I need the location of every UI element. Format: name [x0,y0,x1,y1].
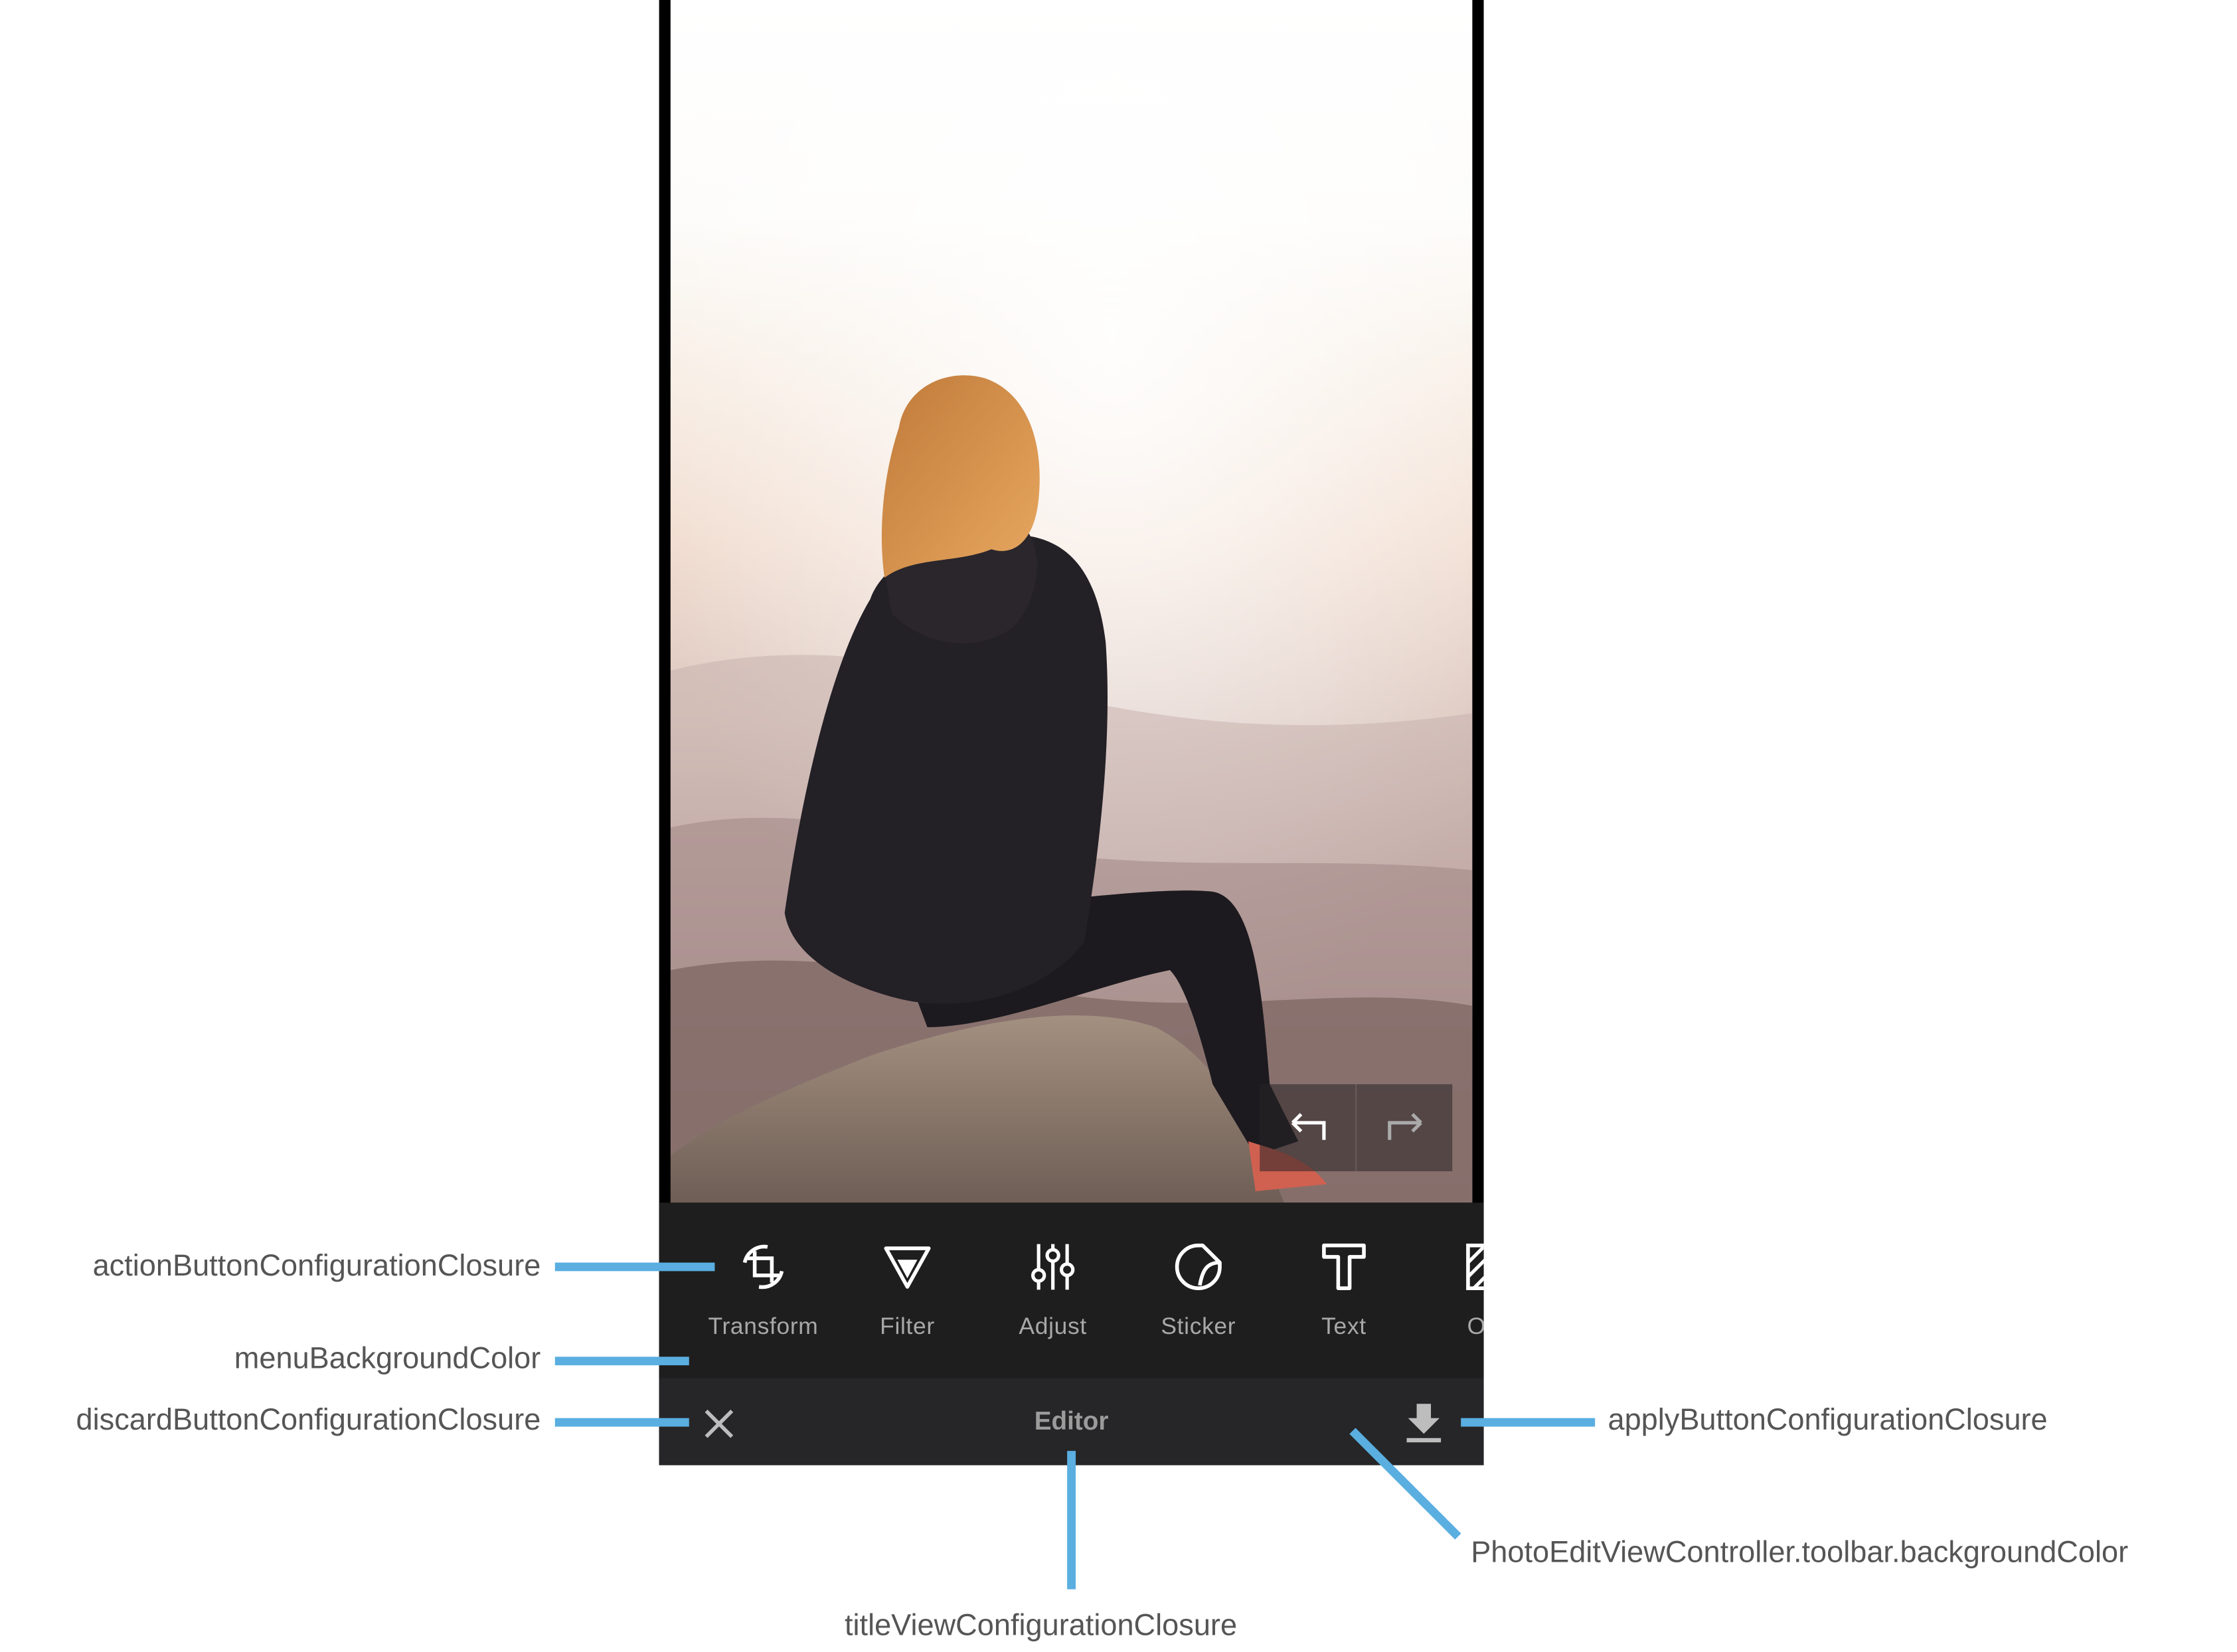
callout-line-title [1067,1451,1076,1590]
callout-title-view: titleViewConfigurationClosure [844,1609,1238,1643]
menu-item-adjust[interactable]: Adjust [981,1202,1124,1378]
photo-scene [670,0,1473,1203]
callout-discard-button: discardButtonConfigurationClosure [76,1404,541,1437]
transform-crop-icon [742,1244,784,1289]
callout-line-action [554,1262,715,1272]
menu-item-label: Transform [708,1313,819,1340]
callout-line-discard [554,1418,689,1427]
annotated-screenshot: Transform Filter Adjust Sticker Text Edi… [0,0,2237,1652]
sticker-icon [1175,1243,1222,1290]
callout-toolbar-background: PhotoEditViewController.toolbar.backgrou… [1471,1536,2129,1570]
menu-item-filter[interactable]: Filter [836,1202,979,1378]
menu-item-text[interactable]: Text [1273,1202,1416,1378]
menu-item-label: Text [1321,1313,1367,1340]
menu-item-label: Sticker [1161,1313,1236,1340]
redo-arrow-icon [1387,1112,1422,1139]
filter-triangle-icon [884,1246,931,1289]
undo-arrow-icon [1290,1112,1325,1139]
menu-item-transform[interactable]: Transform [692,1202,835,1378]
menu-item-label: Adjust [1019,1313,1087,1340]
action-menu: Transform Filter Adjust Sticker Text [659,1202,1484,1378]
callout-line-apply [1461,1418,1596,1427]
undo-button[interactable] [1260,1084,1355,1171]
menu-item-label: Ove [1418,1314,1484,1341]
callout-apply-button: applyButtonConfigurationClosure [1608,1404,2048,1437]
callout-line-toolbar-bg [1349,1428,1461,1540]
text-t-icon [1322,1243,1366,1290]
menu-item-label: Filter [880,1313,935,1340]
callout-line-menu [554,1357,689,1366]
undo-redo-group [1260,1084,1453,1172]
photo-preview [670,0,1473,1203]
redo-button[interactable] [1355,1084,1452,1172]
adjust-sliders-icon [1031,1244,1075,1290]
overlay-icon [1466,1243,1484,1290]
menu-item-overlay[interactable]: Ove [1418,1202,1484,1378]
callout-menu-background: menuBackgroundColor [234,1342,541,1376]
menu-item-sticker[interactable]: Sticker [1127,1202,1270,1378]
callout-action-button: actionButtonConfigurationClosure [92,1250,541,1283]
